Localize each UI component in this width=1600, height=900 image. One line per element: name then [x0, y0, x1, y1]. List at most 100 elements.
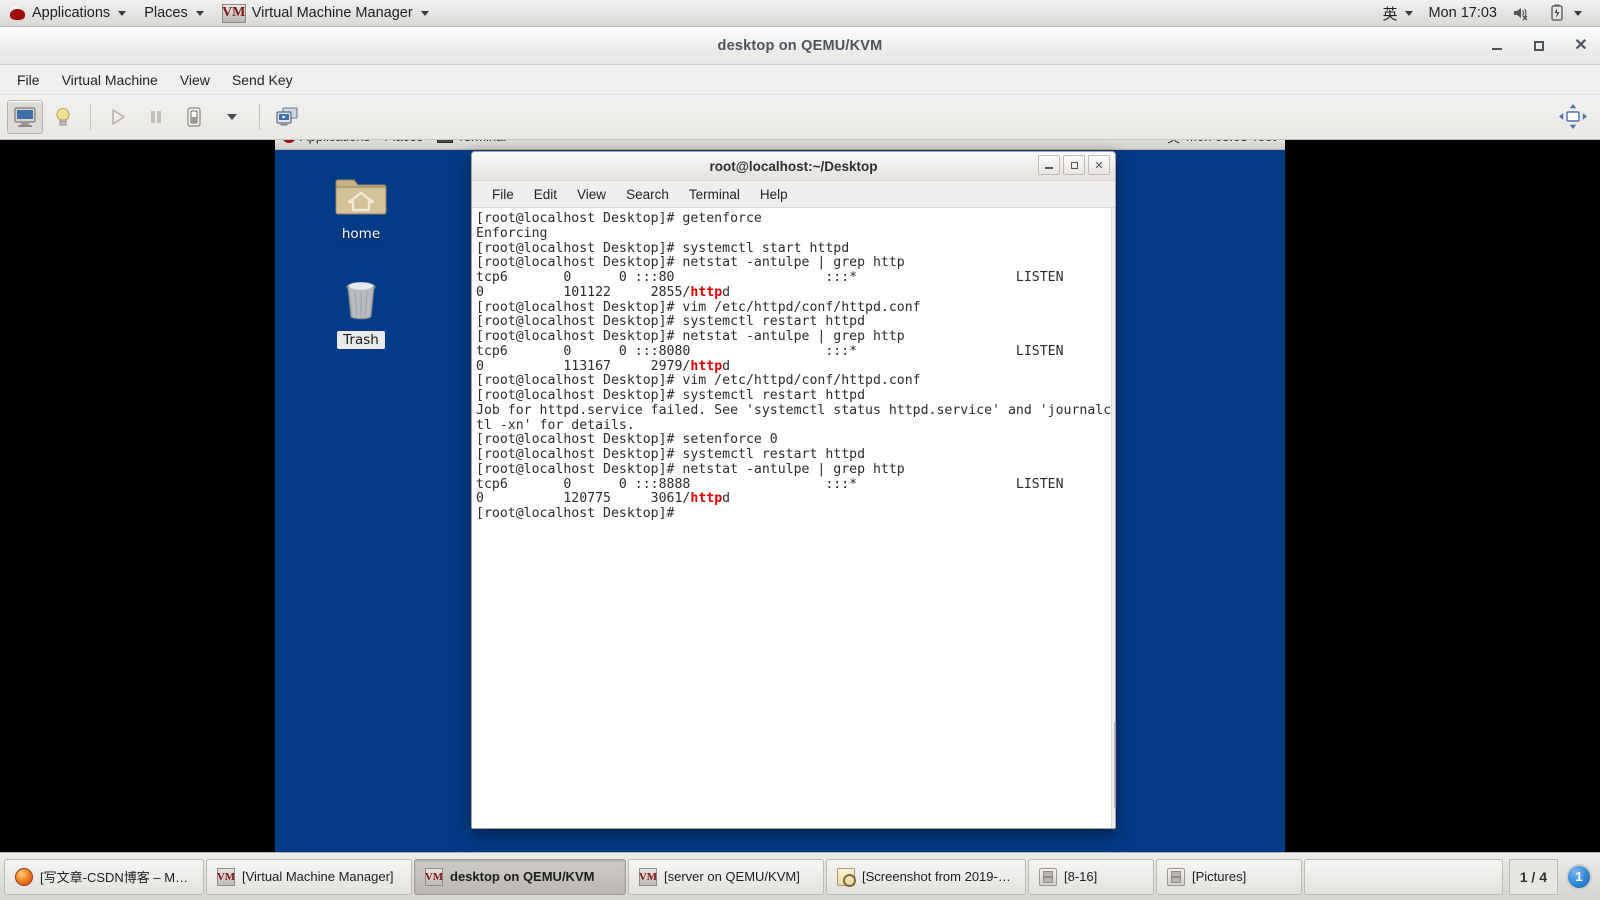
terminal-line: [root@localhost Desktop]# getenforce — [476, 211, 1111, 227]
terminal-line: [root@localhost Desktop]# setenforce 0 — [476, 432, 1111, 448]
terminal-menu-view[interactable]: View — [567, 181, 616, 207]
clock[interactable]: Mon 17:03 — [1422, 5, 1503, 21]
taskbar-item[interactable]: [8-16] — [1028, 858, 1154, 895]
taskbar-item-label: [Pictures] — [1192, 869, 1247, 884]
guest-top-panel: Applications Places Terminal 英 Mon 05:03… — [275, 140, 1285, 150]
gnome-panel-left: Applications Places VM Virtual Machine M… — [0, 0, 438, 26]
home-folder-icon — [335, 179, 387, 215]
guest-input-method-label: 英 — [1167, 140, 1180, 146]
active-application-menu[interactable]: VM Virtual Machine Manager — [213, 0, 438, 26]
vm-console-viewport[interactable]: Applications Places Terminal 英 Mon 05:03… — [0, 140, 1600, 852]
vmm-icon: VM — [639, 867, 657, 886]
pause-icon — [151, 111, 161, 123]
terminal-menu-help[interactable]: Help — [750, 181, 798, 207]
trash-icon — [346, 282, 376, 320]
guest-places-menu[interactable]: Places — [377, 140, 430, 149]
taskbar-item[interactable]: VM [server on QEMU/KVM] — [628, 858, 824, 895]
terminal-line: [root@localhost Desktop]# vim /etc/httpd… — [476, 373, 1111, 389]
toolbar-separator — [259, 104, 260, 130]
menu-virtual-machine[interactable]: Virtual Machine — [51, 65, 169, 94]
terminal-maximize-button[interactable] — [1063, 155, 1085, 175]
terminal-line: [root@localhost Desktop]# netstat -antul… — [476, 461, 1111, 478]
workspace-pager[interactable]: 1 / 4 — [1508, 858, 1558, 895]
vmm-icon: VM — [217, 867, 235, 886]
applications-menu[interactable]: Applications — [0, 0, 135, 26]
vmm-maximize-button[interactable] — [1530, 37, 1548, 55]
terminal-close-button[interactable]: ✕ — [1088, 155, 1110, 175]
terminal-text: Enforcing — [476, 225, 548, 241]
monitor-icon — [14, 107, 36, 127]
pause-button[interactable] — [138, 100, 174, 134]
taskbar-item[interactable]: [Pictures] — [1156, 858, 1302, 895]
gnome-top-panel: Applications Places VM Virtual Machine M… — [0, 0, 1600, 27]
vmm-window-controls: ✕ — [1488, 27, 1590, 64]
toolbar-right-area — [1558, 103, 1600, 131]
terminal-text: [root@localhost Desktop]# systemctl rest… — [476, 388, 866, 403]
guest-desktop[interactable]: Applications Places Terminal 英 Mon 05:03… — [275, 140, 1285, 852]
terminal-line: [root@localhost Desktop]# — [476, 506, 1111, 522]
redhat-logo-icon — [9, 4, 26, 22]
guest-active-window-menu[interactable]: Terminal — [430, 140, 513, 149]
guest-places-label: Places — [384, 140, 423, 144]
terminal-menu-terminal[interactable]: Terminal — [679, 181, 750, 207]
show-details-button[interactable] — [45, 100, 81, 134]
battery-indicator[interactable] — [1539, 0, 1591, 26]
terminal-window[interactable]: root@localhost:~/Desktop ✕ File Edit Vie… — [471, 151, 1116, 829]
chevron-down-icon — [118, 10, 127, 16]
terminal-line: [root@localhost Desktop]# netstat -antul… — [476, 329, 1111, 345]
terminal-line: tcp6 0 0 :::8888 :::* LISTEN — [476, 477, 1111, 493]
menu-file[interactable]: File — [6, 65, 51, 94]
workspace-badge[interactable]: 1 — [1566, 863, 1592, 890]
terminal-text: [root@localhost Desktop]# vim /etc/httpd… — [476, 373, 921, 389]
input-method-indicator[interactable]: 英 — [1373, 0, 1422, 26]
desktop-icon-home[interactable]: home — [319, 172, 403, 242]
terminal-line: [root@localhost Desktop]# systemctl rest… — [476, 388, 1111, 404]
vmm-close-button[interactable]: ✕ — [1572, 37, 1590, 55]
vmm-minimize-button[interactable] — [1488, 37, 1506, 55]
terminal-body[interactable]: [root@localhost Desktop]# getenforce Enfo… — [472, 208, 1115, 828]
shutdown-button[interactable] — [176, 100, 212, 134]
places-menu[interactable]: Places — [135, 0, 213, 26]
terminal-scrollbar[interactable] — [1111, 208, 1115, 828]
input-method-label: 英 — [1382, 5, 1398, 23]
terminal-line: 0 120775 3061/httpd — [476, 491, 1111, 507]
terminal-output[interactable]: [root@localhost Desktop]# getenforce Enfo… — [472, 208, 1111, 828]
terminal-text: [root@localhost Desktop]# netstat -antul… — [476, 461, 905, 477]
desktop-icon-trash[interactable]: Trash — [319, 273, 403, 349]
taskbar-item[interactable]: VM desktop on QEMU/KVM — [414, 858, 626, 895]
resize-to-vm-icon — [1559, 104, 1587, 129]
terminal-scrollbar-thumb[interactable] — [1114, 720, 1115, 810]
volume-muted-icon — [1512, 4, 1530, 22]
taskbar-item-label: [Virtual Machine Manager] — [242, 869, 394, 884]
terminal-line: tcp6 0 0 :::8080 :::* LISTEN — [476, 343, 1111, 360]
desktop-icon-home-label: home — [341, 226, 381, 242]
terminal-line: 0 113167 2979/httpd — [476, 359, 1111, 375]
taskbar-item[interactable]: [Screenshot from 2019-O... — [826, 858, 1026, 895]
terminal-titlebar[interactable]: root@localhost:~/Desktop ✕ — [472, 152, 1115, 181]
terminal-text: [root@localhost Desktop]# — [476, 506, 675, 521]
menu-view[interactable]: View — [169, 65, 221, 94]
sound-indicator[interactable] — [1503, 0, 1539, 26]
terminal-menu-file[interactable]: File — [482, 181, 524, 207]
terminal-line: Enforcing — [476, 225, 1111, 242]
guest-applications-menu[interactable]: Applications — [275, 140, 377, 149]
show-console-button[interactable] — [7, 100, 43, 134]
terminal-minimize-button[interactable] — [1038, 155, 1060, 175]
snapshots-button[interactable] — [269, 100, 305, 134]
terminal-menu-edit[interactable]: Edit — [524, 181, 567, 207]
terminal-text: tcp6 0 0 :::8080 :::* LISTEN — [476, 343, 1104, 359]
taskbar-item-label: [8-16] — [1064, 869, 1098, 884]
taskbar-item[interactable]: VM [Virtual Machine Manager] — [206, 858, 412, 895]
taskbar-item[interactable]: [写文章-CSDN博客 – Moz... — [4, 858, 204, 895]
vmm-window-title: desktop on QEMU/KVM — [717, 37, 883, 54]
shutdown-options-button[interactable] — [214, 100, 250, 134]
taskbar-window-list: [写文章-CSDN博客 – Moz... VM [Virtual Machine M… — [4, 858, 1503, 895]
terminal-line: tl -xn' for details. — [476, 418, 1111, 434]
firefox-icon — [15, 867, 33, 886]
terminal-text: 0 101122 2855/ — [476, 284, 691, 300]
menu-send-key[interactable]: Send Key — [221, 65, 304, 94]
terminal-line: Job for httpd.service failed. See 'syste… — [476, 403, 1111, 419]
terminal-menu-search[interactable]: Search — [616, 181, 679, 207]
vmm-titlebar: desktop on QEMU/KVM ✕ — [0, 27, 1600, 65]
taskbar-item-label: desktop on QEMU/KVM — [450, 869, 595, 884]
